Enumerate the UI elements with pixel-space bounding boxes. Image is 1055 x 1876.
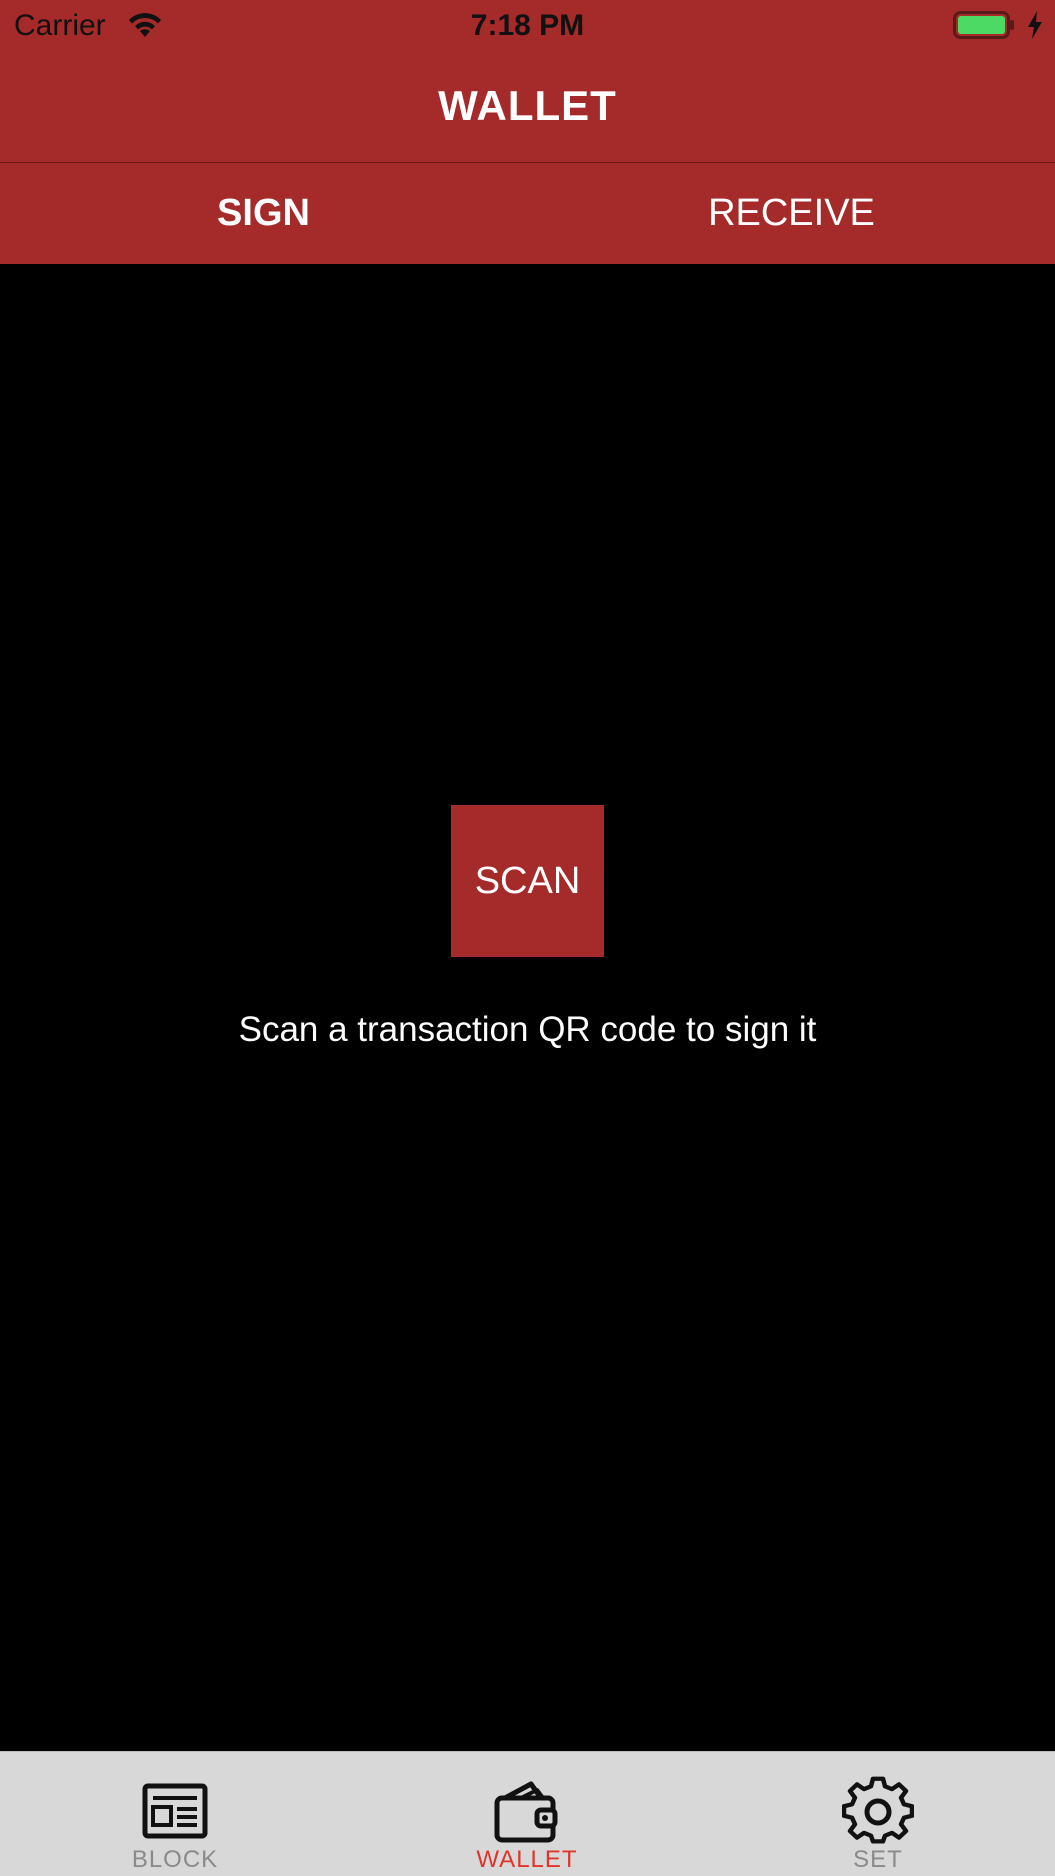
tabbar-label-wallet: WALLET (476, 1846, 578, 1873)
tabbar-label-set: SET (853, 1846, 903, 1873)
scan-button[interactable]: SCAN (451, 805, 604, 957)
tab-receive[interactable]: RECEIVE (528, 163, 1055, 264)
gear-icon (842, 1776, 914, 1844)
tab-sign[interactable]: SIGN (0, 163, 527, 264)
status-bar: Carrier 7:18 PM (0, 0, 1055, 52)
scan-hint: Scan a transaction QR code to sign it (238, 1010, 817, 1049)
tabbar-item-wallet[interactable]: WALLET (427, 1752, 627, 1876)
tabbar-label-block: BLOCK (131, 1846, 219, 1873)
newspaper-icon (142, 1783, 208, 1839)
status-time: 7:18 PM (470, 9, 585, 42)
tabbar-item-set[interactable]: SET (778, 1752, 978, 1876)
battery-icon (953, 11, 1014, 39)
wallet-screen: Carrier 7:18 PM WALLET SIGN RECEIVE SCAN… (0, 0, 1055, 1876)
wallet-icon (494, 1781, 558, 1843)
header: Carrier 7:18 PM WALLET SIGN RECEIVE (0, 0, 1055, 264)
bottom-tab-bar: BLOCK WALLET SET (0, 1751, 1055, 1876)
page-title: WALLET (438, 82, 617, 129)
charging-bolt-icon (1028, 11, 1042, 39)
tabbar-item-block[interactable]: BLOCK (75, 1752, 275, 1876)
